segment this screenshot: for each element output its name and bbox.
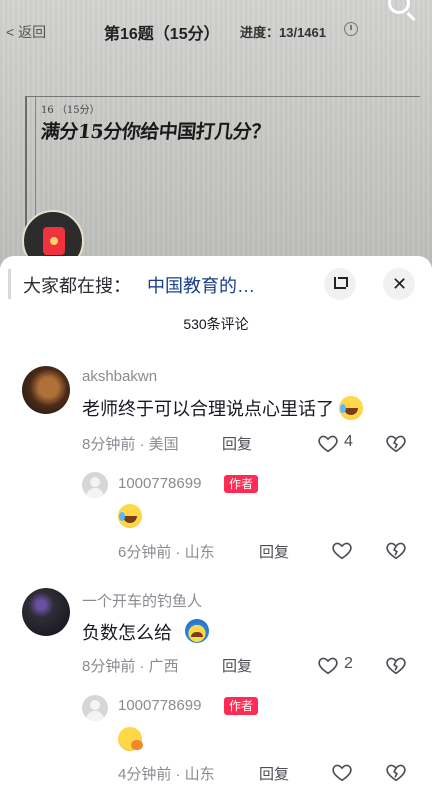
trending-search-link[interactable]: 中国教育的… bbox=[147, 272, 255, 298]
comment-username[interactable]: akshbakwn bbox=[82, 368, 157, 385]
reply-username[interactable]: 1000778699 bbox=[118, 697, 201, 714]
clock-icon bbox=[344, 22, 358, 36]
exam-progress: 进度：13/1461 bbox=[240, 25, 326, 40]
like-icon[interactable] bbox=[317, 432, 339, 454]
like-icon[interactable] bbox=[317, 654, 339, 676]
dislike-icon[interactable] bbox=[385, 761, 407, 783]
avatar[interactable] bbox=[22, 588, 70, 636]
comment-username[interactable]: 一个开车的钓鱼人 bbox=[82, 590, 202, 611]
comment-meta: 8分钟前 · 美国 bbox=[82, 436, 179, 453]
question-number: 16 （15分） bbox=[41, 105, 100, 116]
dislike-icon[interactable] bbox=[385, 432, 407, 454]
avatar[interactable] bbox=[82, 472, 108, 498]
like-count: 4 bbox=[344, 433, 353, 450]
exam-paper: 16 （15分） 满分15分你给中国打几分？ bbox=[25, 96, 420, 268]
trending-search-bar[interactable]: 大家都在搜： 中国教育的… bbox=[8, 269, 298, 299]
question-text: 满分15分你给中国打几分？ bbox=[39, 121, 271, 143]
reply-meta: 6分钟前 · 山东 bbox=[118, 544, 215, 561]
reply-button[interactable]: 回复 bbox=[222, 655, 252, 676]
avatar[interactable] bbox=[82, 695, 108, 721]
crying-emoji bbox=[185, 619, 209, 643]
laughing-tears-emoji bbox=[339, 396, 363, 420]
reply-button[interactable]: 回复 bbox=[259, 763, 289, 784]
thinking-emoji bbox=[118, 727, 143, 751]
search-icon[interactable] bbox=[388, 0, 410, 14]
comment-text: 老师终于可以合理说点心里话了 bbox=[82, 399, 334, 419]
avatar[interactable] bbox=[22, 366, 70, 414]
close-button[interactable]: ✕ bbox=[383, 268, 415, 300]
reply-button[interactable]: 回复 bbox=[259, 541, 289, 562]
close-icon: ✕ bbox=[392, 274, 408, 294]
dislike-icon[interactable] bbox=[385, 539, 407, 561]
laughing-tears-emoji bbox=[118, 504, 142, 528]
like-icon[interactable] bbox=[331, 539, 353, 561]
comment-text: 负数怎么给 bbox=[82, 623, 172, 643]
reply-meta: 4分钟前 · 山东 bbox=[118, 766, 215, 783]
comment-count: 530条评论 bbox=[183, 316, 249, 332]
exam-back-label: < 返回 bbox=[6, 24, 47, 40]
trending-search-prefix: 大家都在搜： bbox=[23, 276, 131, 296]
exam-title: 第16题（15分） bbox=[104, 26, 220, 43]
author-badge: 作者 bbox=[224, 697, 259, 715]
dislike-icon[interactable] bbox=[385, 654, 407, 676]
author-badge: 作者 bbox=[224, 475, 259, 493]
like-icon[interactable] bbox=[331, 761, 353, 783]
video-area[interactable]: < 返回 第16题（15分） 进度：13/1461 16 （15分） 满分15分… bbox=[0, 0, 432, 268]
like-count: 2 bbox=[344, 655, 353, 672]
comment-sheet: 大家都在搜： 中国教育的… ✕ 530条评论 akshbakwn 老师终于可以合… bbox=[0, 256, 432, 800]
exam-header: < 返回 第16题（15分） 进度：13/1461 bbox=[0, 18, 432, 44]
expand-button[interactable] bbox=[324, 268, 356, 300]
comment-meta: 8分钟前 · 广西 bbox=[82, 658, 179, 675]
reply-button[interactable]: 回复 bbox=[222, 433, 252, 454]
reply-username[interactable]: 1000778699 bbox=[118, 475, 201, 492]
